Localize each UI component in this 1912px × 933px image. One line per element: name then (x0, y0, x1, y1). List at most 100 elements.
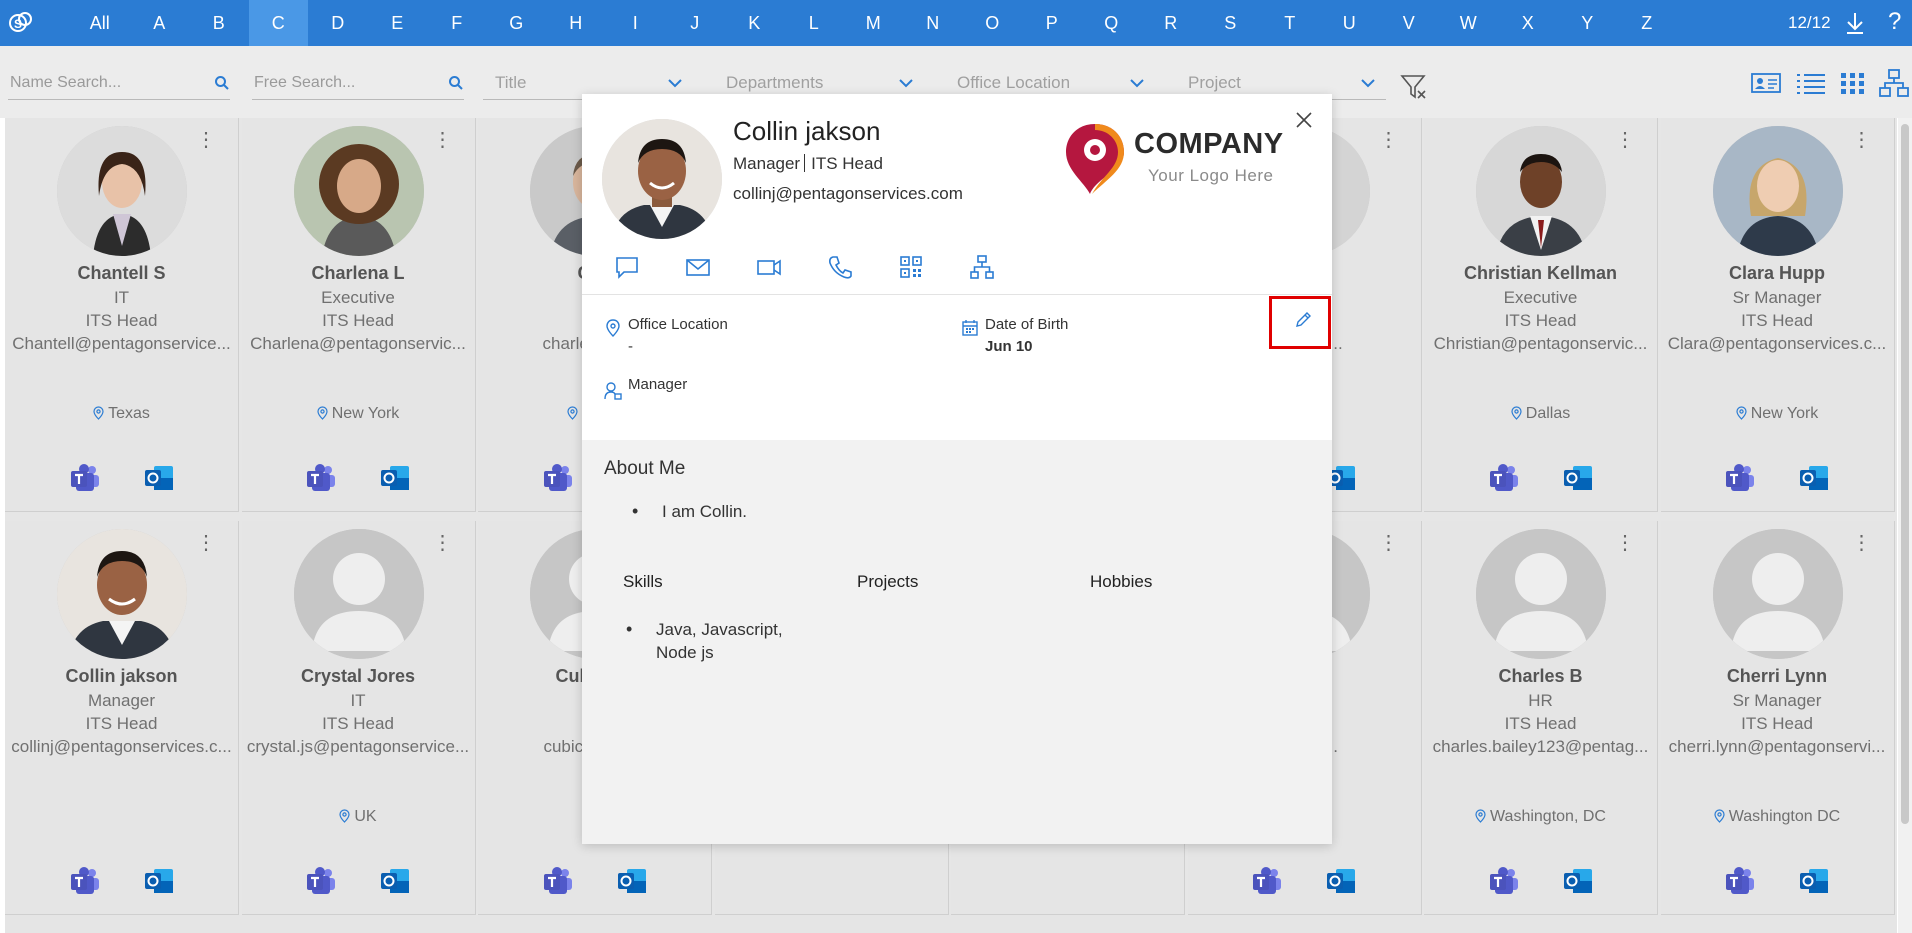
teams-icon[interactable] (306, 866, 336, 896)
outlook-icon[interactable] (144, 866, 174, 896)
teams-icon[interactable] (1489, 463, 1519, 493)
teams-icon[interactable] (543, 463, 573, 493)
letter-h[interactable]: H (546, 0, 606, 46)
person-card[interactable]: ⋮ Clara Hupp Sr Manager ITS Head Clara@penta… (1660, 118, 1895, 512)
mail-icon[interactable] (685, 254, 711, 280)
grid-view-icon[interactable] (1837, 68, 1869, 98)
person-email[interactable]: crystal.js@pentagonservice... (246, 737, 471, 757)
letter-g[interactable]: G (487, 0, 547, 46)
more-options-icon[interactable]: ⋮ (1379, 533, 1399, 553)
person-name: Chantell S (77, 263, 166, 283)
letter-a[interactable]: A (130, 0, 190, 46)
teams-icon[interactable] (1725, 866, 1755, 896)
edit-profile-button[interactable] (1269, 296, 1331, 349)
help-icon[interactable]: ? (1888, 8, 1901, 36)
contact-card-view-icon[interactable] (1750, 68, 1782, 98)
person-card[interactable]: ⋮ Charlena L Executive ITS Head Charlena@pen… (241, 118, 476, 512)
more-options-icon[interactable]: ⋮ (196, 533, 216, 553)
more-options-icon[interactable]: ⋮ (1852, 533, 1872, 553)
close-icon[interactable] (1294, 110, 1314, 130)
letter-i[interactable]: I (606, 0, 666, 46)
letter-c[interactable]: C (248, 0, 308, 46)
phone-icon[interactable] (827, 254, 853, 280)
teams-icon[interactable] (1489, 866, 1519, 896)
person-card[interactable]: ⋮ Charles B HR ITS Head charles.bailey123@pe… (1424, 521, 1658, 915)
profile-name: Collin jakson (733, 116, 881, 146)
letter-z[interactable]: Z (1617, 0, 1677, 46)
outlook-icon[interactable] (380, 866, 410, 896)
letter-all[interactable]: All (70, 0, 130, 46)
letter-v[interactable]: V (1379, 0, 1439, 46)
teams-icon[interactable] (306, 463, 336, 493)
teams-icon[interactable] (1725, 463, 1755, 493)
scrollbar-thumb[interactable] (1901, 124, 1909, 824)
name-search-input[interactable] (8, 68, 230, 98)
chevron-down-icon (899, 79, 913, 88)
org-chart-view-icon[interactable] (1878, 68, 1910, 98)
person-card[interactable]: ⋮ Cherri Lynn Sr Manager ITS Head cherri.lyn… (1660, 521, 1895, 915)
person-card[interactable]: ⋮ Crystal Jores IT ITS Head crystal.js@penta… (241, 521, 476, 915)
letter-j[interactable]: J (665, 0, 725, 46)
outlook-icon[interactable] (1563, 463, 1593, 493)
outlook-icon[interactable] (380, 463, 410, 493)
letter-p[interactable]: P (1022, 0, 1082, 46)
letter-n[interactable]: N (903, 0, 963, 46)
download-icon[interactable] (1843, 11, 1867, 35)
letter-u[interactable]: U (1320, 0, 1380, 46)
person-card[interactable]: ⋮ Christian Kellman Executive ITS Head Chris… (1424, 118, 1658, 512)
person-email[interactable]: Chantell@pentagonservice... (9, 334, 234, 354)
free-search-input[interactable] (252, 68, 464, 98)
more-options-icon[interactable]: ⋮ (1379, 130, 1399, 150)
letter-f[interactable]: F (427, 0, 487, 46)
more-options-icon[interactable]: ⋮ (196, 130, 216, 150)
search-icon[interactable] (214, 75, 230, 91)
pencil-icon (1296, 312, 1311, 327)
profile-email[interactable]: collinj@pentagonservices.com (733, 184, 963, 204)
more-options-icon[interactable]: ⋮ (1852, 130, 1872, 150)
list-view-icon[interactable] (1795, 68, 1827, 98)
letter-x[interactable]: X (1498, 0, 1558, 46)
outlook-icon[interactable] (1799, 866, 1829, 896)
letter-t[interactable]: T (1260, 0, 1320, 46)
letter-w[interactable]: W (1439, 0, 1499, 46)
teams-icon[interactable] (70, 866, 100, 896)
letter-e[interactable]: E (368, 0, 428, 46)
page-scrollbar[interactable] (1898, 118, 1912, 933)
video-call-icon[interactable] (756, 254, 782, 280)
search-icon[interactable] (448, 75, 464, 91)
letter-o[interactable]: O (963, 0, 1023, 46)
person-card[interactable]: ⋮ Chantell S IT ITS Head Chantell@pentagonse… (5, 118, 239, 512)
letter-k[interactable]: K (725, 0, 785, 46)
outlook-icon[interactable] (617, 866, 647, 896)
more-options-icon[interactable]: ⋮ (1615, 130, 1635, 150)
person-email[interactable]: Charlena@pentagonservic... (246, 334, 471, 354)
letter-l[interactable]: L (784, 0, 844, 46)
person-email[interactable]: collinj@pentagonservices.c... (9, 737, 234, 757)
letter-b[interactable]: B (189, 0, 249, 46)
letter-r[interactable]: R (1141, 0, 1201, 46)
outlook-icon[interactable] (1563, 866, 1593, 896)
more-options-icon[interactable]: ⋮ (1615, 533, 1635, 553)
outlook-icon[interactable] (144, 463, 174, 493)
letter-s[interactable]: S (1201, 0, 1261, 46)
org-chart-icon[interactable] (969, 254, 995, 280)
person-email[interactable]: Clara@pentagonservices.c... (1665, 334, 1890, 354)
person-email[interactable]: charles.bailey123@pentag... (1428, 737, 1653, 757)
chat-icon[interactable] (614, 254, 640, 280)
outlook-icon[interactable] (1326, 866, 1356, 896)
teams-icon[interactable] (543, 866, 573, 896)
outlook-icon[interactable] (1799, 463, 1829, 493)
person-card[interactable]: ⋮ Collin jakson Manager ITS Head collinj@pen… (5, 521, 239, 915)
teams-icon[interactable] (1252, 866, 1282, 896)
letter-d[interactable]: D (308, 0, 368, 46)
letter-m[interactable]: M (844, 0, 904, 46)
more-options-icon[interactable]: ⋮ (433, 533, 453, 553)
qr-code-icon[interactable] (898, 254, 924, 280)
letter-y[interactable]: Y (1558, 0, 1618, 46)
teams-icon[interactable] (70, 463, 100, 493)
letter-q[interactable]: Q (1082, 0, 1142, 46)
more-options-icon[interactable]: ⋮ (433, 130, 453, 150)
person-email[interactable]: cherri.lynn@pentagonservi... (1665, 737, 1890, 757)
person-email[interactable]: Christian@pentagonservic... (1428, 334, 1653, 354)
clear-filter-icon[interactable] (1400, 73, 1428, 101)
